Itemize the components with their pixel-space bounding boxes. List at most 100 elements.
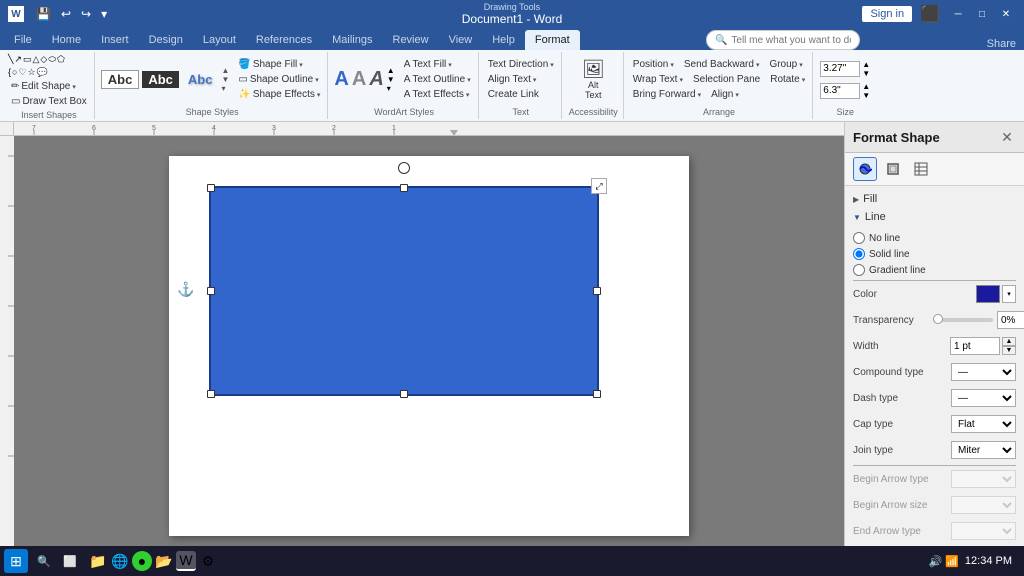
bracket-shape-btn[interactable]: {: [8, 67, 11, 78]
redo-quick-btn[interactable]: ↪: [79, 5, 93, 23]
search-taskbar-icon[interactable]: 🔍: [32, 549, 56, 573]
handle-bottom-right[interactable]: [593, 390, 601, 398]
star-shape-btn[interactable]: ☆: [28, 67, 36, 78]
taskbar-edge[interactable]: 🌐: [110, 551, 130, 571]
width-up-btn[interactable]: ▲: [862, 82, 870, 91]
wordart-style-3[interactable]: A: [369, 68, 383, 91]
ribbon-collapse-btn[interactable]: ⬛: [920, 4, 940, 24]
wordart-style-2[interactable]: A: [352, 68, 366, 91]
pentagon-shape-btn[interactable]: ⬠: [57, 54, 65, 65]
gradient-line-option[interactable]: Gradient line: [853, 262, 1016, 278]
tab-home[interactable]: Home: [42, 30, 91, 50]
send-backward-btn[interactable]: Send Backward ▾: [681, 58, 763, 71]
transparency-input[interactable]: [997, 311, 1024, 329]
wordart-scroll[interactable]: ▲ ▼ ▾: [387, 66, 395, 93]
shape-outline-btn[interactable]: ▭ Shape Outline ▾: [235, 73, 323, 86]
text-outline-btn[interactable]: A Text Outline ▾: [401, 73, 474, 86]
height-input[interactable]: [820, 61, 860, 77]
arrow-shape-btn[interactable]: ↗: [14, 54, 22, 65]
align-text-btn[interactable]: Align Text ▾: [485, 73, 557, 86]
edit-shape-btn[interactable]: ✏ Edit Shape ▾: [8, 80, 90, 93]
compound-type-select[interactable]: — ═══ ──═: [951, 363, 1016, 381]
tab-insert[interactable]: Insert: [91, 30, 139, 50]
wrap-text-btn[interactable]: Wrap Text ▾: [630, 73, 686, 86]
minimize-button[interactable]: ─: [948, 7, 968, 21]
create-link-btn[interactable]: Create Link: [485, 88, 557, 101]
alt-text-btn[interactable]: 🖼 AltText: [577, 57, 609, 102]
handle-top-center[interactable]: [400, 184, 408, 192]
dash-type-select[interactable]: — - - - · · ·: [951, 389, 1016, 407]
circle-shape-btn[interactable]: ○: [12, 67, 17, 78]
tab-file[interactable]: File: [4, 30, 42, 50]
share-button[interactable]: Share: [987, 38, 1016, 50]
handle-bottom-left[interactable]: [207, 390, 215, 398]
fill-section-header[interactable]: ▶ Fill: [845, 190, 1024, 208]
tab-mailings[interactable]: Mailings: [322, 30, 382, 50]
width-down-spinner[interactable]: ▼: [1002, 346, 1016, 355]
maximize-button[interactable]: □: [972, 7, 992, 21]
draw-textbox-btn[interactable]: ▭ Draw Text Box: [8, 95, 90, 108]
heart-shape-btn[interactable]: ♡: [18, 67, 26, 78]
tab-review[interactable]: Review: [383, 30, 439, 50]
tab-view[interactable]: View: [439, 30, 483, 50]
shape-container[interactable]: ⚓ ⤢: [209, 186, 599, 396]
tell-me-box[interactable]: 🔍: [706, 30, 860, 50]
color-picker-box[interactable]: [976, 285, 1000, 303]
fill-line-icon-tab[interactable]: [853, 157, 877, 181]
text-direction-btn[interactable]: Text Direction ▾: [485, 58, 557, 71]
taskbar-word[interactable]: W: [176, 551, 196, 571]
handle-middle-right[interactable]: [593, 287, 601, 295]
position-btn[interactable]: Position ▾: [630, 58, 677, 71]
triangle-shape-btn[interactable]: △: [32, 54, 39, 65]
tab-design[interactable]: Design: [139, 30, 193, 50]
transparency-thumb[interactable]: [933, 314, 943, 324]
text-effects-btn[interactable]: A Text Effects ▾: [401, 88, 474, 101]
height-up-btn[interactable]: ▲: [862, 60, 870, 69]
line-shape-btn[interactable]: ╲: [8, 54, 13, 65]
task-view-icon[interactable]: ⬜: [58, 549, 82, 573]
width-up-spinner[interactable]: ▲: [1002, 337, 1016, 346]
expand-icon[interactable]: ⤢: [591, 178, 607, 194]
tab-format[interactable]: Format: [525, 30, 580, 50]
group-btn[interactable]: Group ▾: [766, 58, 805, 71]
no-line-option[interactable]: No line: [853, 230, 1016, 246]
selection-pane-btn[interactable]: Selection Pane: [690, 73, 763, 86]
tab-layout[interactable]: Layout: [193, 30, 246, 50]
shape-effects-btn[interactable]: ✨ Shape Effects ▾: [235, 88, 323, 101]
layout-icon-tab[interactable]: [909, 157, 933, 181]
save-quick-btn[interactable]: 💾: [34, 5, 53, 23]
no-line-radio[interactable]: [853, 232, 865, 244]
wordart-style-1[interactable]: A: [334, 68, 348, 91]
rotate-btn[interactable]: Rotate ▾: [767, 73, 808, 86]
width-down-btn[interactable]: ▼: [862, 91, 870, 100]
text-fill-btn[interactable]: A Text Fill ▾: [401, 58, 474, 71]
shape-styles-scroll[interactable]: ▲ ▼ ▾: [221, 66, 229, 93]
align-btn[interactable]: Align ▾: [708, 88, 742, 101]
taskbar-file-explorer[interactable]: 📁: [88, 551, 108, 571]
sign-in-button[interactable]: Sign in: [862, 6, 912, 22]
blue-rectangle[interactable]: [209, 186, 599, 396]
handle-top-left[interactable]: [207, 184, 215, 192]
close-button[interactable]: ✕: [996, 7, 1016, 21]
panel-close-button[interactable]: ✕: [998, 128, 1016, 146]
shape-style-1[interactable]: Abc: [101, 70, 140, 89]
taskbar-chrome[interactable]: ●: [132, 551, 152, 571]
join-type-select[interactable]: Miter Round Bevel: [951, 441, 1016, 459]
taskbar-settings[interactable]: ⚙: [198, 551, 218, 571]
shape-style-2[interactable]: Abc: [142, 71, 179, 88]
tell-me-input[interactable]: [731, 35, 851, 46]
width-input[interactable]: [820, 83, 860, 99]
transparency-slider[interactable]: [933, 318, 993, 322]
handle-bottom-center[interactable]: [400, 390, 408, 398]
rotate-handle[interactable]: [398, 162, 410, 174]
line-section-header[interactable]: ▼ Line: [845, 208, 1024, 226]
start-button[interactable]: ⊞: [4, 549, 28, 573]
bring-forward-btn[interactable]: Bring Forward ▾: [630, 88, 704, 101]
diamond-shape-btn[interactable]: ◇: [40, 54, 47, 65]
cap-type-select[interactable]: Flat Round Square: [951, 415, 1016, 433]
undo-quick-btn[interactable]: ↩: [59, 5, 73, 23]
solid-line-option[interactable]: Solid line: [853, 246, 1016, 262]
cylinder-shape-btn[interactable]: ⬭: [48, 54, 56, 65]
rect-shape-btn[interactable]: ▭: [23, 54, 32, 65]
tab-references[interactable]: References: [246, 30, 322, 50]
